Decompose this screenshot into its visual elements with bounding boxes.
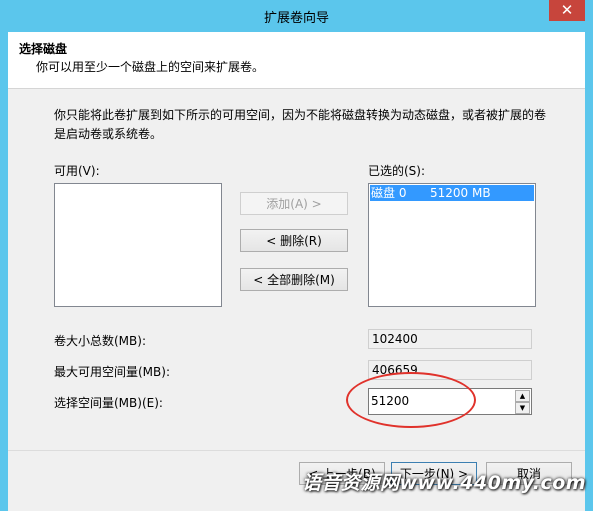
extend-volume-wizard-window: 扩展卷向导 ✕ 选择磁盘 你可以用至少一个磁盘上的空间来扩展卷。 你只能将此卷扩… <box>0 0 593 511</box>
max-space-label: 最大可用空间量(MB): <box>54 365 170 379</box>
available-disks-list[interactable] <box>54 183 222 307</box>
watermark: 语音资源网www.440my.com <box>302 472 587 494</box>
close-button[interactable]: ✕ <box>549 0 585 21</box>
description-text: 你只能将此卷扩展到如下所示的可用空间，因为不能将磁盘转换为动态磁盘，或者被扩展的… <box>54 108 547 141</box>
chevron-down-icon: ▼ <box>519 404 526 412</box>
disk-size: 51200 MB <box>430 186 491 200</box>
total-size-label: 卷大小总数(MB): <box>54 334 146 348</box>
wizard-header: 选择磁盘 你可以用至少一个磁盘上的空间来扩展卷。 <box>8 32 585 89</box>
disk-name: 磁盘 0 <box>371 186 407 200</box>
page-title: 选择磁盘 <box>19 42 68 56</box>
select-space-label: 选择空间量(MB)(E): <box>54 396 163 410</box>
add-button[interactable]: 添加(A) > <box>240 192 348 215</box>
remove-button[interactable]: < 删除(R) <box>240 229 348 252</box>
footer-divider <box>8 450 585 451</box>
available-label: 可用(V): <box>54 164 100 178</box>
annotation-circle <box>346 372 476 428</box>
spin-down-button[interactable]: ▼ <box>515 402 530 414</box>
selected-label: 已选的(S): <box>368 164 426 178</box>
window-title: 扩展卷向导 <box>263 11 329 26</box>
spin-up-button[interactable]: ▲ <box>515 390 530 402</box>
wizard-content: 选择磁盘 你可以用至少一个磁盘上的空间来扩展卷。 你只能将此卷扩展到如下所示的可… <box>8 32 585 511</box>
title-bar[interactable]: 扩展卷向导 ✕ <box>0 0 593 32</box>
page-subtitle: 你可以用至少一个磁盘上的空间来扩展卷。 <box>36 60 265 74</box>
close-icon: ✕ <box>560 1 574 19</box>
list-item[interactable]: 磁盘 0 51200 MB <box>370 185 534 201</box>
total-size-value: 102400 <box>368 329 532 349</box>
selected-disks-list[interactable]: 磁盘 0 51200 MB <box>368 183 536 307</box>
chevron-up-icon: ▲ <box>519 392 526 400</box>
remove-all-button[interactable]: < 全部删除(M) <box>240 268 348 291</box>
